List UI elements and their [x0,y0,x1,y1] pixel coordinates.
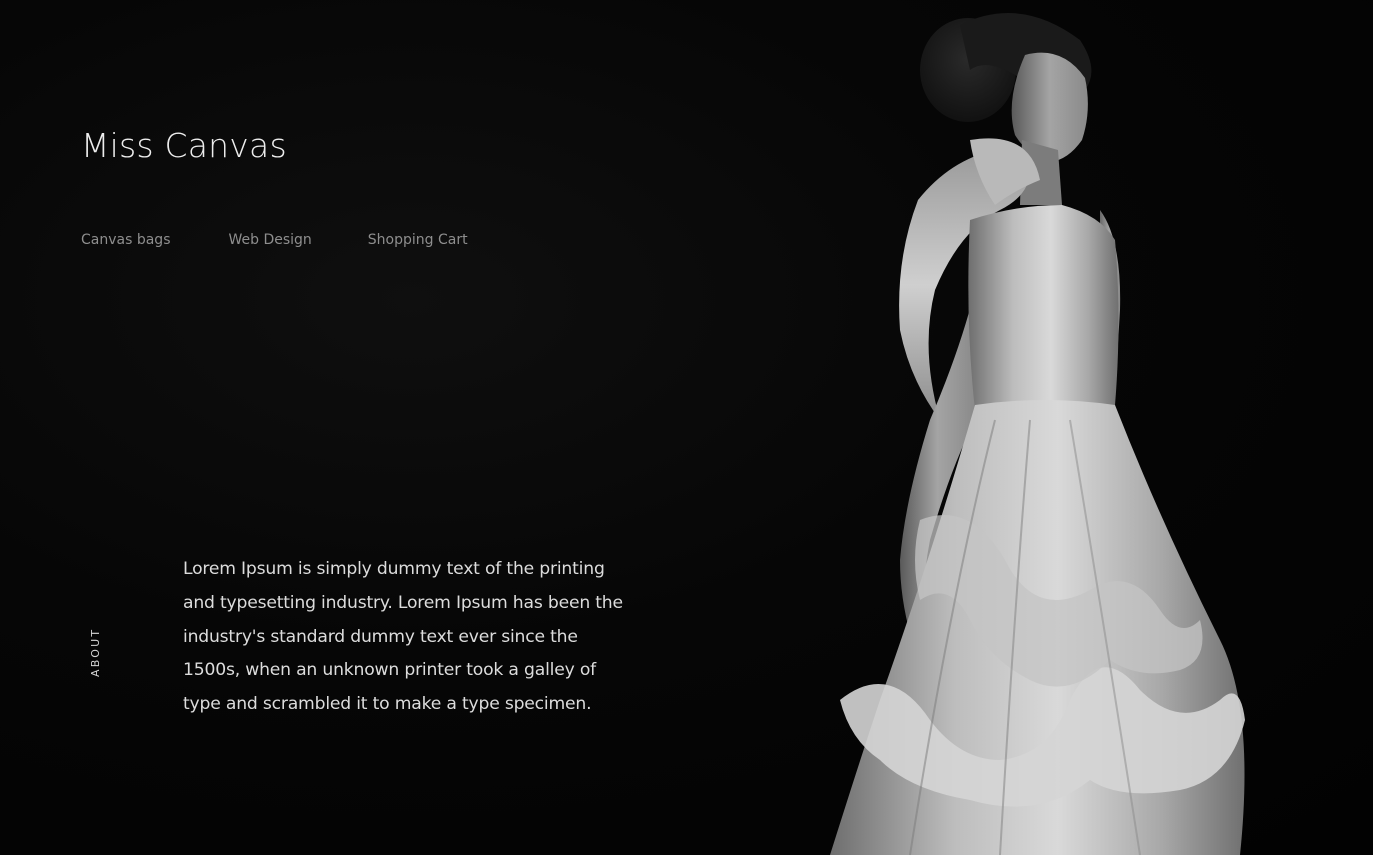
main-nav: Canvas bags Web Design Shopping Cart [81,230,468,250]
nav-link-canvas-bags[interactable]: Canvas bags [81,230,170,250]
nav-link-web-design[interactable]: Web Design [228,230,311,250]
about-section-label: ABOUT [89,627,102,677]
hero-model-image [830,13,1245,855]
page: Miss Canvas Canvas bags Web Design Shopp… [0,0,1373,855]
about-paragraph: Lorem Ipsum is simply dummy text of the … [183,559,623,715]
site-title[interactable]: Miss Canvas [81,126,287,166]
dress-bodice [968,205,1119,412]
nav-link-shopping-cart[interactable]: Shopping Cart [368,230,468,250]
